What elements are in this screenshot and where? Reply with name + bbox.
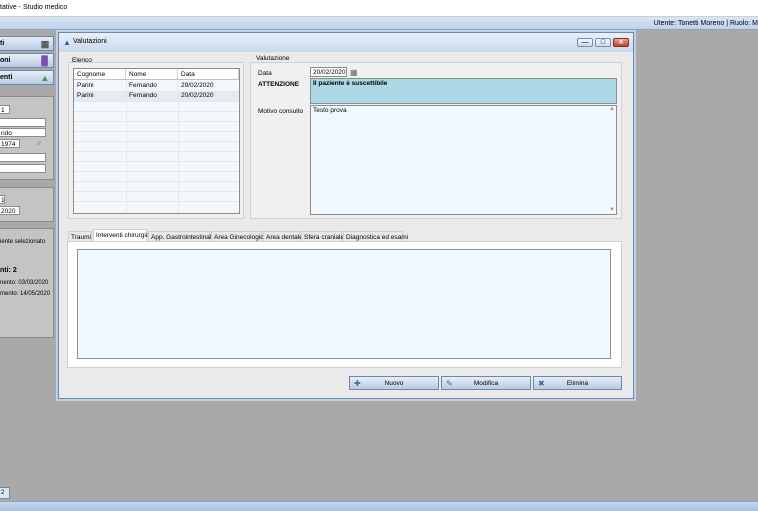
info-panel: iente selezionato nti: 2 nento: 03/03/20… xyxy=(0,228,54,338)
count-text: nti: 2 xyxy=(0,267,17,274)
patient-name-field[interactable]: ndo xyxy=(0,128,46,137)
sidebar-nav-patients[interactable]: ti ▦ xyxy=(0,36,54,51)
column-header-cognome[interactable]: Cognome xyxy=(74,69,126,80)
visit-date-field[interactable]: 2020 xyxy=(0,206,20,215)
column-header-data[interactable]: Data xyxy=(178,69,239,80)
male-icon: ♂ xyxy=(36,139,42,148)
grid-line xyxy=(74,201,239,202)
group-icon: ▦ xyxy=(40,39,50,49)
selected-patient-text: iente selezionato xyxy=(0,239,46,245)
valutazione-label: Valutazione xyxy=(256,55,290,62)
grid-line xyxy=(74,181,239,182)
grid-line xyxy=(178,80,179,213)
bar-chart-icon: ▉ xyxy=(41,56,49,66)
close-button[interactable]: ✕ xyxy=(613,38,629,47)
minimize-button[interactable]: — xyxy=(577,38,593,47)
bottom-tab[interactable]: 2 xyxy=(0,487,10,499)
column-header-nome[interactable]: Nome xyxy=(126,69,178,80)
calendar-icon[interactable]: ▦ xyxy=(350,68,358,77)
cell-data: 29/02/2020 xyxy=(181,82,214,89)
grid-line xyxy=(74,131,239,132)
sidebar: ti ▦ oni ▉ enti ▲ 1 ndo 1974 ♂ 1 2020 ie… xyxy=(0,31,56,501)
data-label: Data xyxy=(258,70,272,77)
chart-icon: ▲ xyxy=(63,38,71,47)
sidebar-nav-label: enti xyxy=(0,74,13,81)
patient-id-field[interactable]: 1 xyxy=(0,105,10,114)
grid-line xyxy=(74,101,239,102)
app-title: tative - Studio medico xyxy=(0,4,68,11)
sidebar-nav-label: oni xyxy=(0,57,11,64)
patient-surname-field[interactable] xyxy=(0,118,46,127)
grid-line xyxy=(126,80,127,213)
window-title: Valutazioni xyxy=(73,38,107,45)
date-2-text: mento: 14/05/2020 xyxy=(0,291,51,297)
motivo-label: Motivo consulto xyxy=(258,108,304,115)
elenco-grid[interactable]: Cognome Nome Data Parini Fernando 29/02/… xyxy=(73,68,240,214)
patient-field-5[interactable] xyxy=(0,153,46,162)
status-bar xyxy=(0,501,758,511)
folder-icon: ▲ xyxy=(40,73,50,83)
add-icon: ✚ xyxy=(354,379,361,388)
patient-panel: 1 ndo 1974 ♂ xyxy=(0,96,54,180)
grid-line xyxy=(74,151,239,152)
window-titlebar: ▲ Valutazioni — □ ✕ xyxy=(59,33,633,52)
elenco-label: Elenco xyxy=(72,57,92,64)
modifica-label: Modifica xyxy=(473,380,499,387)
grid-line xyxy=(74,161,239,162)
visit-id-field[interactable]: 1 xyxy=(0,195,5,204)
nuovo-button[interactable]: ✚ Nuovo xyxy=(349,376,439,390)
cell-nome: Fernando xyxy=(129,82,157,89)
motivo-textarea[interactable]: Testo prova xyxy=(310,105,617,215)
edit-icon: ✎ xyxy=(446,379,453,388)
cell-cognome: Parini xyxy=(77,92,94,99)
grid-line xyxy=(74,171,239,172)
date-1-text: nento: 03/03/2020 xyxy=(0,280,49,286)
cell-cognome: Parini xyxy=(77,82,94,89)
scroll-down-icon[interactable]: ▼ xyxy=(609,207,615,213)
sidebar-nav-evaluations[interactable]: oni ▉ xyxy=(0,53,54,68)
visit-panel: 1 2020 xyxy=(0,187,54,222)
elimina-button[interactable]: ✖ Elimina xyxy=(533,376,622,390)
grid-line xyxy=(74,121,239,122)
user-info: Utente: Tonetti Moreno | Ruolo: M xyxy=(653,20,758,27)
attenzione-label: ATTENZIONE xyxy=(258,81,300,88)
scroll-up-icon[interactable]: ▲ xyxy=(609,106,615,112)
patient-birth-field[interactable]: 1974 xyxy=(0,139,20,148)
sidebar-nav-payments[interactable]: enti ▲ xyxy=(0,70,54,85)
restore-button[interactable]: □ xyxy=(595,38,611,47)
date-input[interactable]: 20/02/2020 xyxy=(310,67,347,77)
grid-line xyxy=(74,111,239,112)
sidebar-nav-label: ti xyxy=(0,40,5,47)
attenzione-field[interactable]: Il paziente è suscettibile xyxy=(310,78,617,104)
patient-field-6[interactable] xyxy=(0,164,46,173)
elimina-label: Elimina xyxy=(566,380,589,387)
cell-data: 20/02/2020 xyxy=(181,92,214,99)
modifica-button[interactable]: ✎ Modifica xyxy=(441,376,531,390)
grid-line xyxy=(74,191,239,192)
app-titlebar: tative - Studio medico xyxy=(0,0,758,17)
delete-icon: ✖ xyxy=(538,379,545,388)
nuovo-label: Nuovo xyxy=(384,380,404,387)
user-bar: Utente: Tonetti Moreno | Ruolo: M xyxy=(0,17,758,30)
grid-line xyxy=(74,141,239,142)
cell-nome: Fernando xyxy=(129,92,157,99)
interventi-textarea[interactable] xyxy=(77,249,611,359)
